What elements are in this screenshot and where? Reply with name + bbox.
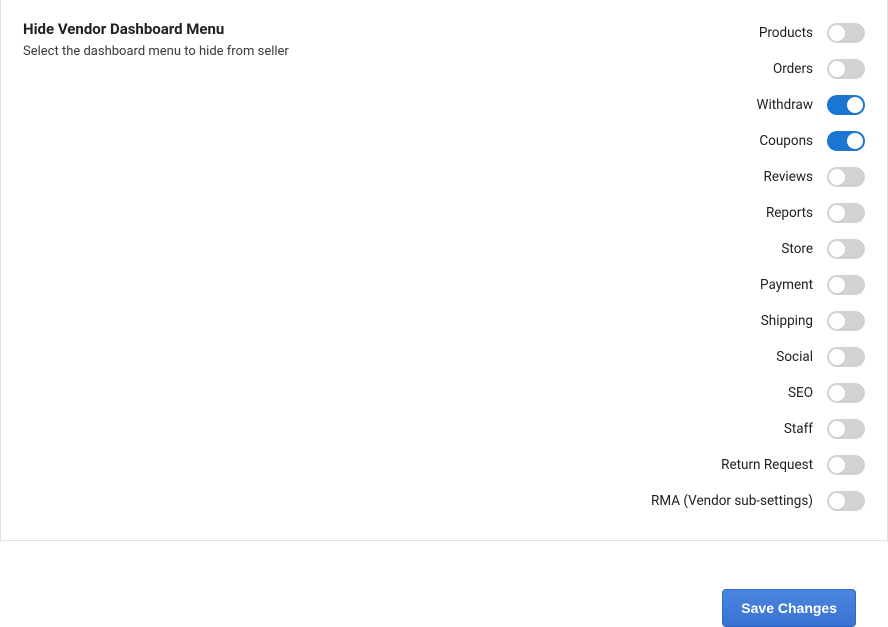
toggle-row: Store (651, 238, 865, 260)
toggle-label: Reports (766, 205, 813, 221)
toggle-knob (829, 277, 845, 293)
save-button[interactable]: Save Changes (722, 589, 856, 627)
toggle-knob (829, 421, 845, 437)
toggle-label: Social (776, 349, 813, 365)
footer: Save Changes (0, 541, 888, 627)
section-description: Select the dashboard menu to hide from s… (23, 44, 651, 59)
toggle-label: Reviews (764, 169, 814, 185)
toggle-row: Social (651, 346, 865, 368)
toggle-switch[interactable] (827, 491, 865, 511)
toggle-label: RMA (Vendor sub-settings) (651, 493, 813, 509)
section-title: Hide Vendor Dashboard Menu (23, 20, 651, 38)
toggle-knob (829, 61, 845, 77)
toggle-label: Withdraw (756, 97, 813, 113)
toggle-knob (829, 25, 845, 41)
toggle-knob (829, 205, 845, 221)
toggle-switch[interactable] (827, 95, 865, 115)
toggle-label: Staff (784, 421, 813, 437)
toggle-knob (829, 349, 845, 365)
settings-panel: Hide Vendor Dashboard Menu Select the da… (0, 0, 888, 541)
toggles-list: Products Orders Withdraw Coupons Reviews Repo… (651, 20, 865, 512)
toggle-switch[interactable] (827, 131, 865, 151)
toggle-row: Reviews (651, 166, 865, 188)
toggle-label: Return Request (721, 457, 813, 473)
toggle-knob (847, 97, 863, 113)
toggle-label: Payment (760, 277, 813, 293)
toggle-row: Withdraw (651, 94, 865, 116)
toggle-row: Payment (651, 274, 865, 296)
toggle-knob (847, 133, 863, 149)
toggle-row: Orders (651, 58, 865, 80)
toggle-switch[interactable] (827, 23, 865, 43)
toggle-switch[interactable] (827, 455, 865, 475)
toggle-label: Products (759, 25, 813, 41)
toggle-switch[interactable] (827, 239, 865, 259)
toggle-label: Shipping (761, 313, 813, 329)
toggle-row: Coupons (651, 130, 865, 152)
toggle-row: Reports (651, 202, 865, 224)
toggle-knob (829, 313, 845, 329)
toggle-switch[interactable] (827, 383, 865, 403)
toggle-knob (829, 385, 845, 401)
section-info: Hide Vendor Dashboard Menu Select the da… (23, 20, 651, 512)
toggle-knob (829, 493, 845, 509)
toggle-knob (829, 241, 845, 257)
toggle-switch[interactable] (827, 347, 865, 367)
toggle-label: Store (781, 241, 813, 257)
toggle-knob (829, 457, 845, 473)
toggle-switch[interactable] (827, 203, 865, 223)
toggle-switch[interactable] (827, 59, 865, 79)
toggle-label: SEO (788, 385, 813, 401)
toggle-knob (829, 169, 845, 185)
toggle-row: Staff (651, 418, 865, 440)
toggle-row: Shipping (651, 310, 865, 332)
toggle-row: SEO (651, 382, 865, 404)
toggle-switch[interactable] (827, 275, 865, 295)
toggle-switch[interactable] (827, 167, 865, 187)
toggle-row: RMA (Vendor sub-settings) (651, 490, 865, 512)
toggle-switch[interactable] (827, 311, 865, 331)
toggle-row: Return Request (651, 454, 865, 476)
toggle-label: Orders (773, 61, 813, 77)
toggle-switch[interactable] (827, 419, 865, 439)
toggle-label: Coupons (759, 133, 813, 149)
toggle-row: Products (651, 22, 865, 44)
